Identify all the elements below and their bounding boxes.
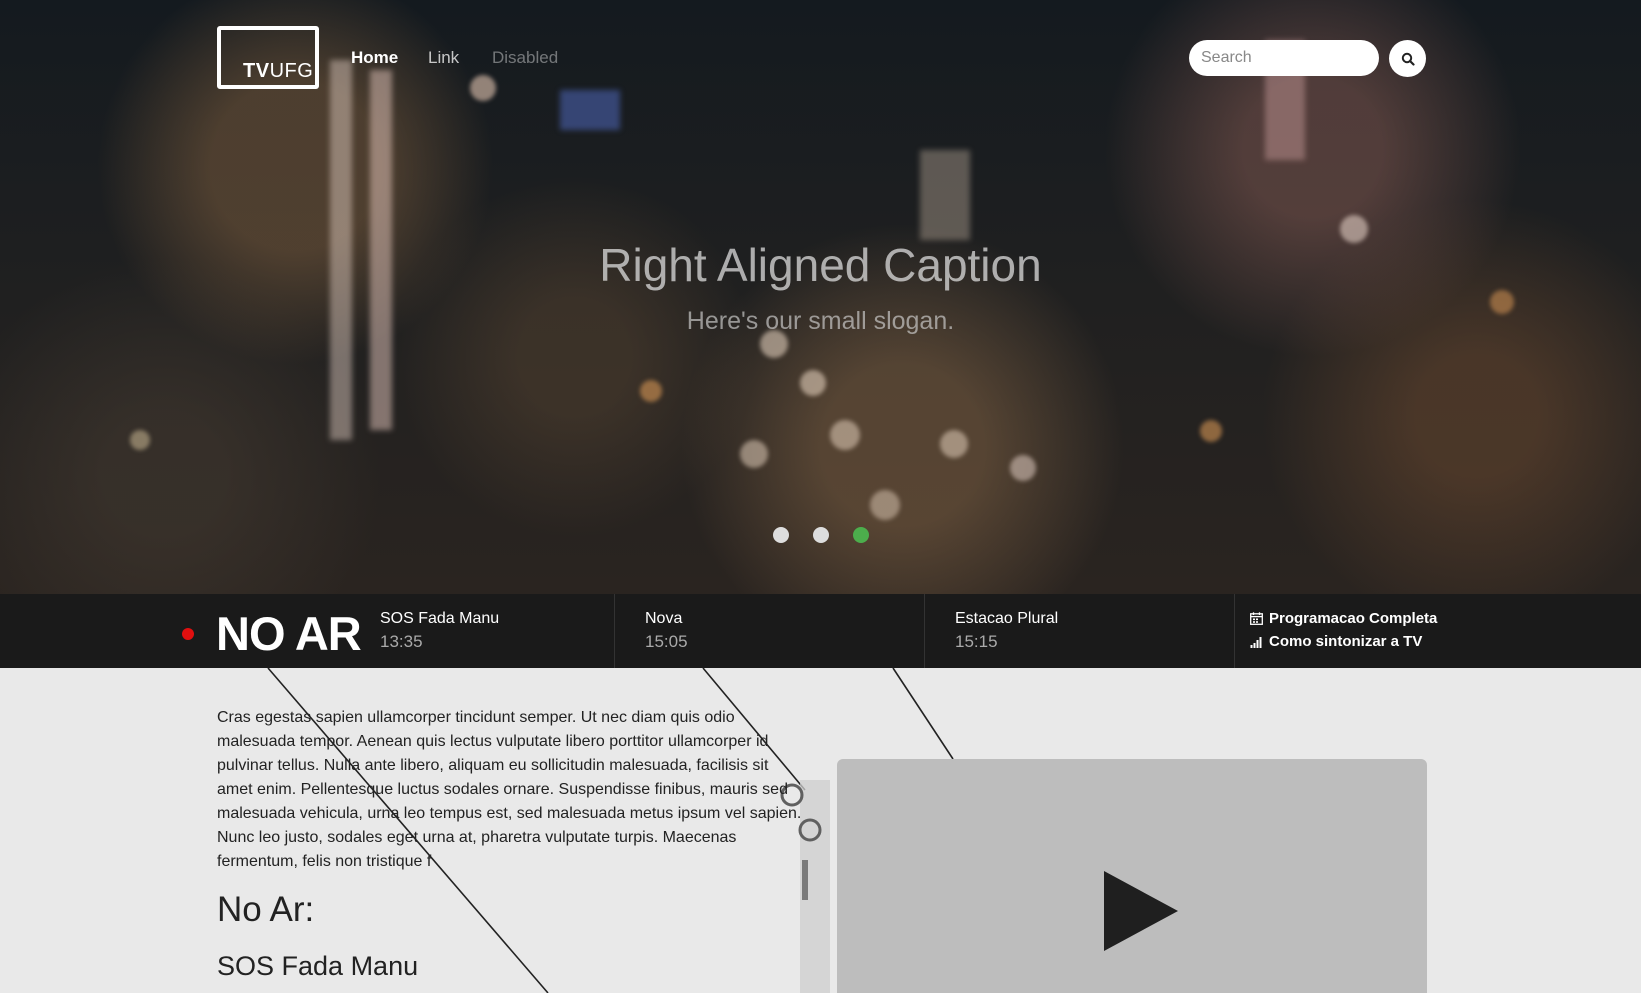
nav-link-home[interactable]: Home: [351, 48, 398, 68]
hero-background-light: [1200, 420, 1222, 442]
nav-link-disabled: Disabled: [492, 48, 559, 67]
ticker-divider: [924, 594, 925, 668]
on-air-label: NO AR: [216, 607, 362, 660]
carousel-indicator-active[interactable]: [853, 527, 869, 543]
tune-in-label: Como sintonizar a TV: [1269, 633, 1423, 650]
program-heading: SOS Fada Manu: [217, 951, 419, 981]
full-schedule-label: Programacao Completa: [1269, 610, 1438, 627]
intro-paragraph: Cras egestas sapien ullamcorper tincidun…: [217, 709, 802, 870]
hero-background-light: [800, 370, 826, 396]
hero-background-light: [640, 380, 662, 402]
program-time: 13:35: [380, 632, 423, 651]
section-heading: No Ar:: [217, 890, 315, 929]
brand-logo-text: TVUFG: [243, 60, 314, 82]
carousel-indicators: [773, 527, 869, 543]
hero-background-light: [1010, 455, 1036, 481]
carousel-indicator[interactable]: [813, 527, 829, 543]
full-schedule-link[interactable]: Programacao Completa: [1250, 610, 1437, 627]
program-time: 15:05: [645, 632, 688, 651]
hero-carousel: TVUFG Home Link Disabled Right Aligned C…: [0, 0, 1641, 594]
hero-caption-title: Right Aligned Caption: [599, 239, 1042, 291]
program-name: Nova: [645, 610, 683, 627]
live-indicator-icon: [182, 628, 194, 640]
program-name: SOS Fada Manu: [380, 610, 500, 627]
play-icon[interactable]: [1104, 871, 1178, 951]
signal-icon: [1250, 637, 1262, 648]
hero-background-light: [830, 420, 860, 450]
navbar: TVUFG Home Link Disabled: [0, 0, 1641, 115]
tune-in-link[interactable]: Como sintonizar a TV: [1250, 633, 1437, 650]
nav-link-link[interactable]: Link: [428, 48, 459, 68]
search-input[interactable]: [1189, 40, 1379, 76]
hero-background-light: [920, 150, 970, 240]
ticker-divider: [1234, 594, 1235, 668]
ticker-links: Programacao Completa Como sintonizar a T…: [1250, 610, 1437, 656]
carousel-indicator[interactable]: [773, 527, 789, 543]
calendar-icon: [1250, 612, 1263, 625]
hero-background-light: [130, 430, 150, 450]
search-button[interactable]: [1389, 40, 1426, 77]
search-icon: [1401, 52, 1415, 66]
hero-caption-slogan: Here's our small slogan.: [686, 307, 955, 335]
hero-background-light: [740, 440, 768, 468]
ticker-divider: [614, 594, 615, 668]
program-time: 15:15: [955, 632, 998, 651]
hero-background-light: [940, 430, 968, 458]
brand-logo[interactable]: TVUFG: [217, 26, 319, 89]
program-name: Estacao Plural: [955, 610, 1059, 627]
hero-background-light: [870, 490, 900, 520]
